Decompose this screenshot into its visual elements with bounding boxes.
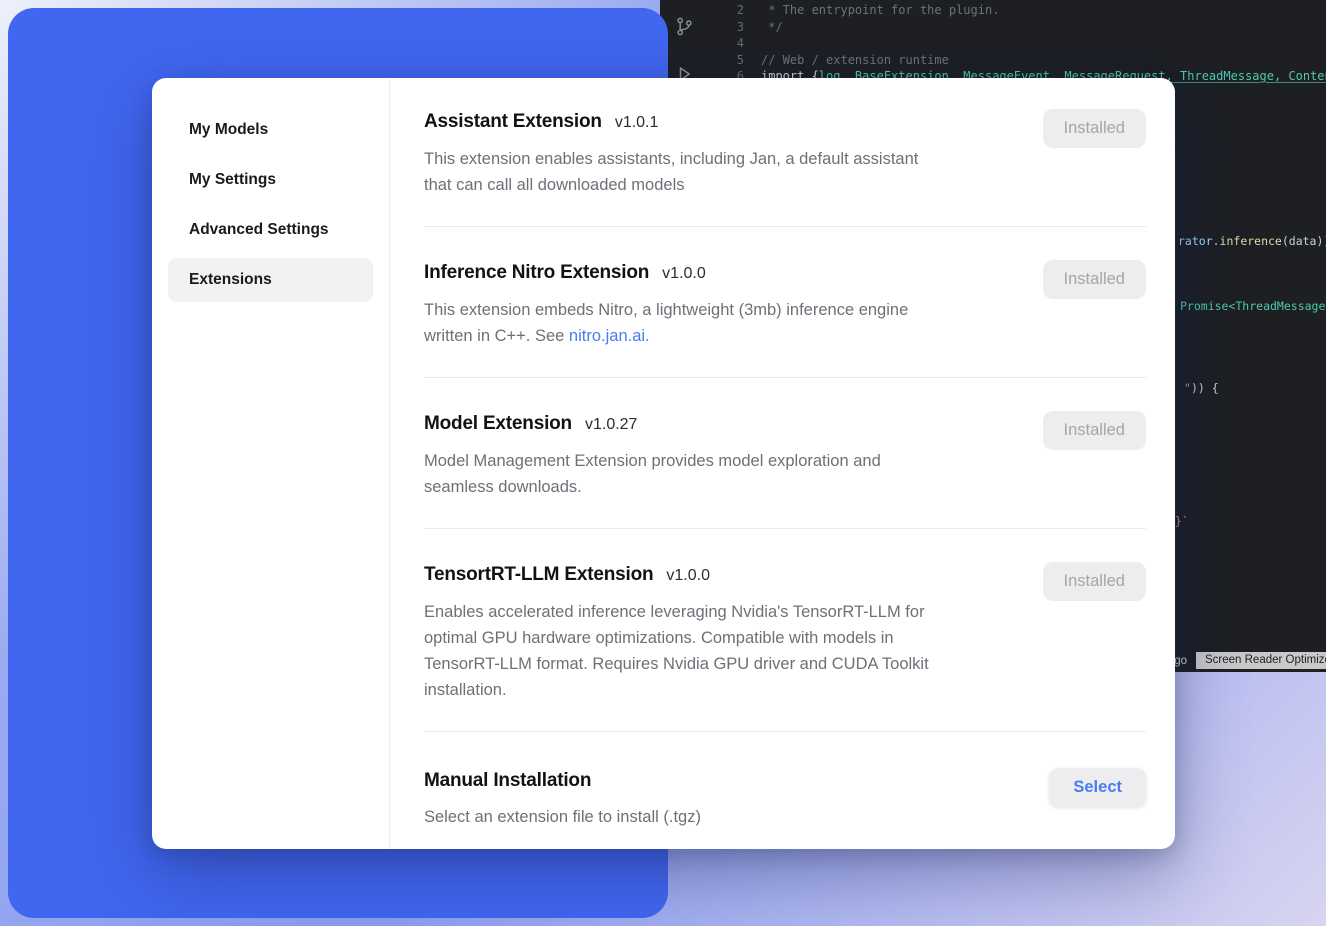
installed-button[interactable]: Installed: [1043, 562, 1146, 601]
manual-installation-description: Select an extension file to install (.tg…: [424, 804, 1024, 830]
extension-description: Model Management Extension provides mode…: [424, 448, 1019, 500]
source-control-icon: [674, 16, 695, 42]
manual-installation-title: Manual Installation: [424, 768, 1025, 794]
extension-name: Model Extension: [424, 411, 572, 437]
code-line: 5 // Web / extension runtime: [708, 52, 1326, 69]
editor-status-bar: go Screen Reader Optimize: [1174, 652, 1326, 669]
extension-section-assistant: Assistant Extension v1.0.1 This extensio…: [424, 78, 1146, 227]
line-number: 5: [708, 52, 761, 69]
extension-title: Model Extension v1.0.27: [424, 411, 1019, 438]
sidebar-item-extensions[interactable]: Extensions: [168, 258, 373, 302]
settings-modal: My Models My Settings Advanced Settings …: [152, 78, 1175, 849]
installed-button[interactable]: Installed: [1043, 260, 1146, 299]
extension-description: This extension embeds Nitro, a lightweig…: [424, 297, 1019, 349]
extension-version: v1.0.0: [666, 563, 710, 589]
sidebar-item-my-models[interactable]: My Models: [168, 108, 373, 152]
extension-name: Inference Nitro Extension: [424, 260, 649, 286]
installed-button[interactable]: Installed: [1043, 411, 1146, 450]
code-fragment: rator.inference(data));: [1178, 233, 1326, 249]
extension-name: TensortRT-LLM Extension: [424, 562, 653, 588]
sidebar-item-advanced-settings[interactable]: Advanced Settings: [168, 208, 373, 252]
page: 2 * The entrypoint for the plugin. 3 */ …: [0, 0, 1326, 926]
extension-description: This extension enables assistants, inclu…: [424, 146, 1019, 198]
extension-title: Inference Nitro Extension v1.0.0: [424, 260, 1019, 287]
extension-title: TensortRT-LLM Extension v1.0.0: [424, 562, 1019, 589]
select-button[interactable]: Select: [1049, 768, 1146, 807]
status-text: go: [1174, 655, 1187, 667]
extension-section-nitro: Inference Nitro Extension v1.0.0 This ex…: [424, 227, 1146, 378]
code-fragment: ")) {: [1184, 380, 1219, 396]
extension-version: v1.0.27: [585, 412, 637, 438]
extension-section-model: Model Extension v1.0.27 Model Management…: [424, 378, 1146, 529]
code-fragment: Promise<ThreadMessage>: [1180, 298, 1326, 314]
nitro-jan-ai-link[interactable]: nitro.jan.ai.: [569, 327, 650, 345]
settings-sidebar: My Models My Settings Advanced Settings …: [152, 78, 390, 849]
extension-version: v1.0.1: [615, 110, 659, 136]
manual-installation-section: Manual Installation Select an extension …: [424, 732, 1146, 849]
extensions-panel: Assistant Extension v1.0.1 This extensio…: [390, 78, 1175, 849]
code-line: 3 */: [708, 19, 1326, 36]
extension-description: Enables accelerated inference leveraging…: [424, 599, 1019, 703]
installed-button[interactable]: Installed: [1043, 109, 1146, 148]
code-line: 2 * The entrypoint for the plugin.: [708, 2, 1326, 19]
extension-title: Assistant Extension v1.0.1: [424, 109, 1019, 136]
screen-reader-chip: Screen Reader Optimize: [1196, 652, 1326, 669]
line-number: 2: [708, 2, 761, 19]
code-lines: 2 * The entrypoint for the plugin. 3 */ …: [708, 2, 1326, 85]
extension-name: Assistant Extension: [424, 109, 602, 135]
sidebar-item-my-settings[interactable]: My Settings: [168, 158, 373, 202]
line-number: 4: [708, 35, 761, 52]
extension-version: v1.0.0: [662, 261, 706, 287]
code-line: 4: [708, 35, 1326, 52]
extension-section-tensorrt: TensortRT-LLM Extension v1.0.0 Enables a…: [424, 529, 1146, 732]
line-number: 3: [708, 19, 761, 36]
